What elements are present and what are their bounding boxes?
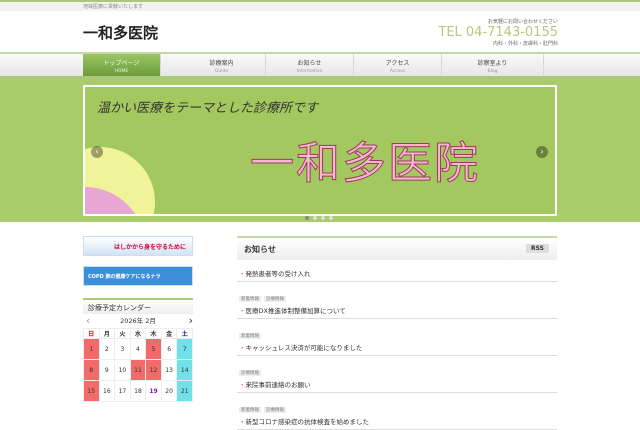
calendar-widget: 診療予定カレンダー ‹ 2026年 2月 › 日月火水木金土 1234567 891… [83, 298, 193, 402]
day: 14 [176, 359, 193, 381]
news-title: お知らせ [244, 244, 276, 254]
nav-sublabel: Blog [487, 69, 498, 74]
nav-label: 診療案内 [209, 60, 234, 67]
calendar-table: 日月火水木金土 1234567 8 9 10 11 12 13 14 15 16 17 18 19 2… [83, 328, 193, 402]
day: 2 [98, 338, 116, 360]
nav-sublabel: Guide [214, 69, 229, 74]
news-section: お知らせRSS 発熱患者等の受け入れ 新着情報診療情報医療DX推進体制整備加算に… [237, 236, 557, 430]
contact-note: お気軽にお問い合わせください [487, 19, 558, 25]
day: 17 [114, 380, 131, 402]
site-logo[interactable]: 一和多医院 [83, 22, 158, 43]
weekday: 金 [160, 328, 178, 339]
day: 7 [176, 338, 193, 360]
next-slide-icon[interactable]: › [536, 146, 548, 158]
copd-banner[interactable]: COPD 肺の健康ケアになるナラ [83, 266, 193, 286]
news-item[interactable]: 新着情報キャッシュレス決済が可能になりました [237, 319, 557, 356]
day: 21 [176, 380, 193, 402]
day: 1 [83, 338, 100, 360]
news-item[interactable]: 診療情報来院事前連絡のお願い [237, 356, 557, 393]
main-nav: トップページ HOME 診療案内 Guide お知らせ Information アクセ… [0, 52, 640, 79]
calendar-title: 診療予定カレンダー [83, 298, 193, 314]
nav-label: 診察室より [477, 60, 508, 67]
weekday: 火 [114, 328, 131, 339]
day: 16 [98, 380, 116, 402]
next-month-icon[interactable]: › [189, 314, 193, 328]
phone-number: TEL 04-7143-0155 [438, 25, 558, 40]
nav-sublabel: Information [296, 69, 323, 74]
weekday: 水 [129, 328, 147, 339]
day: 5 [145, 338, 162, 360]
day: 8 [83, 359, 100, 381]
news-item-title[interactable]: 発熱患者等の受け入れ [239, 268, 555, 278]
day: 4 [129, 338, 147, 360]
weekday: 月 [98, 328, 116, 339]
tag: 診療情報 [239, 370, 261, 376]
nav-label: お知らせ [297, 60, 322, 67]
news-item-title[interactable]: 新型コロナ感染症の抗体検査を始めました [239, 416, 555, 426]
prev-slide-icon[interactable]: ‹ [91, 146, 103, 158]
departments: 内科・外科・皮膚科・肛門科 [492, 41, 558, 47]
nav-information[interactable]: お知らせ Information [266, 54, 354, 76]
nav-label: トップページ [103, 60, 140, 67]
tag: 診療情報 [264, 407, 286, 413]
day: 20 [160, 380, 178, 402]
day: 18 [129, 380, 147, 402]
day: 6 [160, 338, 178, 360]
contact-info: お気軽にお問い合わせください TEL 04-7143-0155 内科・外科・皮膚… [438, 18, 558, 47]
tag: 新着情報 [239, 407, 261, 413]
news-item-title[interactable]: 来院事前連絡のお願い [239, 379, 555, 389]
news-item[interactable]: 新着情報診療情報新型コロナ感染症の抗体検査を始めました [237, 393, 557, 430]
rss-button[interactable]: RSS [526, 244, 549, 253]
news-item[interactable]: 新着情報診療情報医療DX推進体制整備加算について [237, 282, 557, 319]
calendar-month: 2026年 2月 [120, 317, 156, 325]
weekday: 木 [145, 328, 162, 339]
slide-dots[interactable] [305, 205, 337, 224]
day: 12 [145, 359, 162, 381]
nav-access[interactable]: アクセス Access [354, 54, 442, 76]
top-bar: 地域医療に貢献いたします [0, 0, 640, 11]
prev-month-icon[interactable]: ‹ [86, 314, 90, 328]
slide-caption: 温かい医療をテーマとした診療所です [97, 101, 319, 116]
tag: 新着情報 [239, 333, 261, 339]
nav-blog[interactable]: 診察室より Blog [442, 54, 544, 76]
measles-banner[interactable]: はしかから身を守るために [83, 236, 193, 256]
weekday: 日 [83, 328, 100, 339]
day: 15 [83, 380, 100, 402]
slide-title: 一和多医院 [250, 138, 480, 190]
news-item-title[interactable]: キャッシュレス決済が可能になりました [239, 342, 555, 352]
tag: 診療情報 [264, 296, 286, 302]
news-item-title[interactable]: 医療DX推進体制整備加算について [239, 305, 555, 315]
news-item[interactable]: 発熱患者等の受け入れ [237, 264, 557, 282]
day: 10 [114, 359, 131, 381]
weekday: 土 [176, 328, 193, 339]
day: 3 [114, 338, 131, 360]
nav-label: アクセス [385, 60, 410, 67]
slide-image[interactable]: 温かい医療をテーマとした診療所です 一和多医院 [83, 85, 557, 216]
today: 19 [145, 380, 162, 402]
day: 11 [129, 359, 147, 381]
tag: 新着情報 [239, 296, 261, 302]
day: 9 [98, 359, 116, 381]
nav-sublabel: HOME [114, 69, 129, 74]
nav-home[interactable]: トップページ HOME [83, 54, 161, 76]
nav-sublabel: Access [389, 69, 406, 74]
nav-guide[interactable]: 診療案内 Guide [178, 54, 266, 76]
day: 13 [160, 359, 178, 381]
tagline: 地域医療に貢献いたします [83, 4, 144, 10]
